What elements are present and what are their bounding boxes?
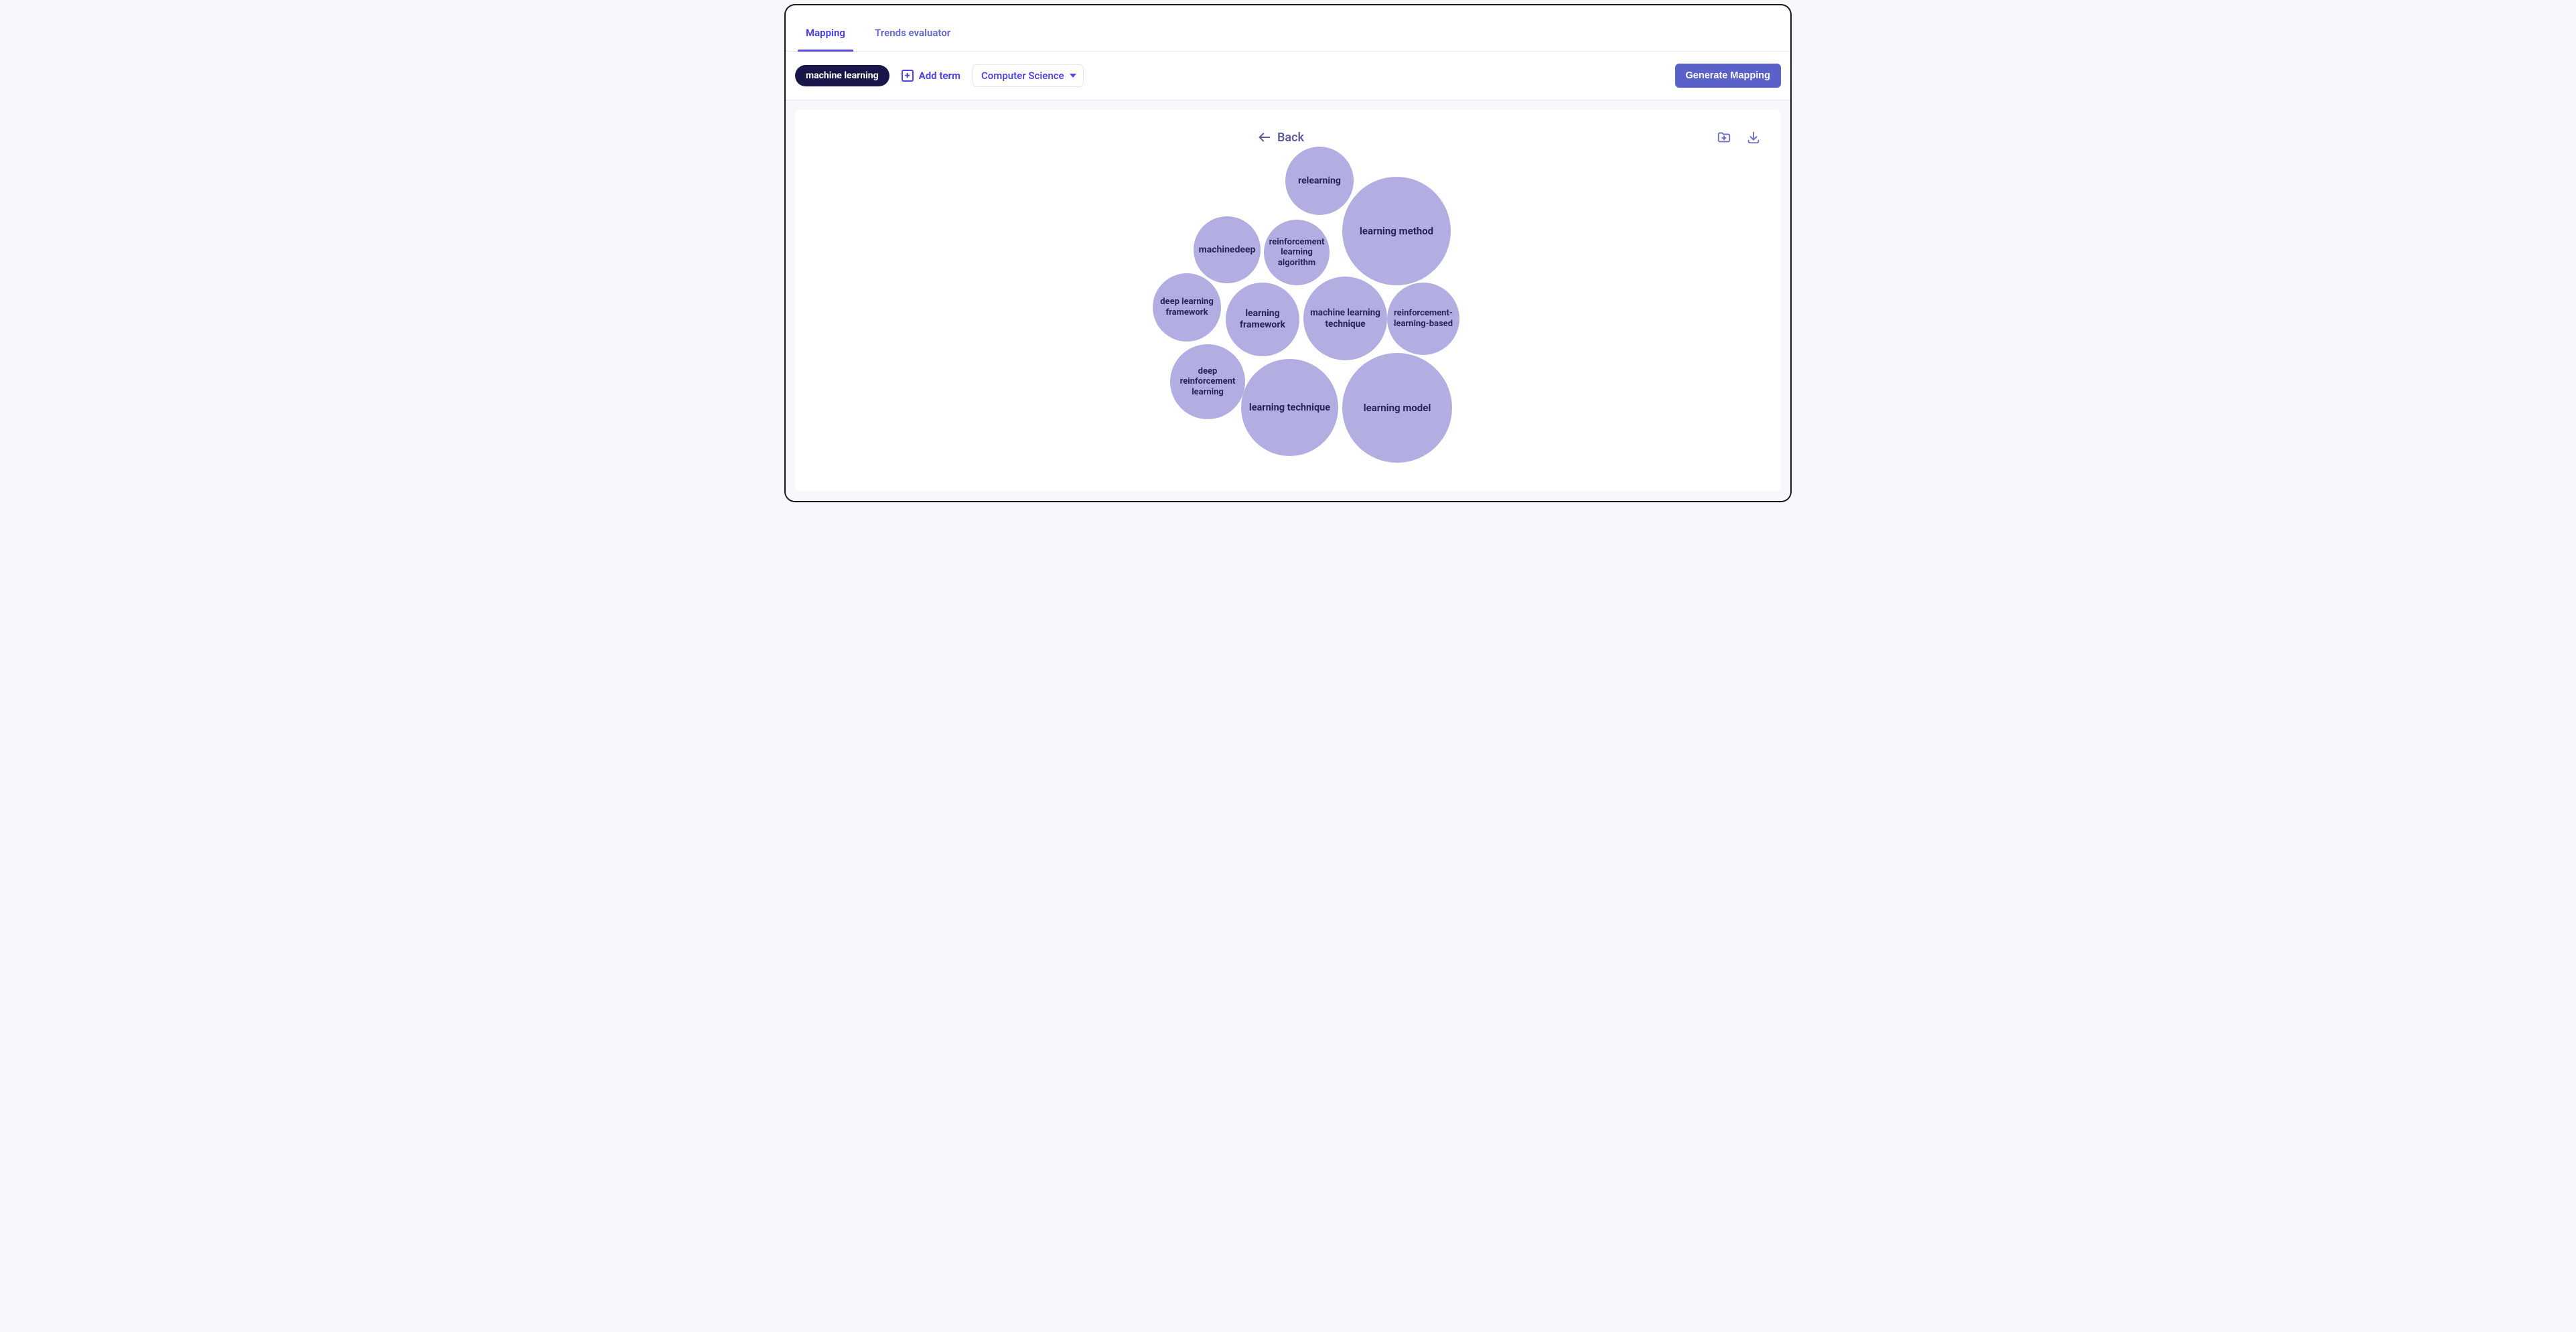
bubble-reinforcement-learning-based[interactable]: reinforcement-learning-based (1387, 283, 1459, 355)
tab-trends-evaluator[interactable]: Trends evaluator (871, 17, 954, 51)
toolbar-left: machine learning + Add term Computer Sci… (795, 64, 1084, 87)
bubble-learning-technique[interactable]: learning technique (1241, 359, 1338, 456)
bubble-label: machinedeep (1199, 244, 1256, 256)
bubble-learning-model[interactable]: learning model (1342, 353, 1452, 463)
tabs: Mapping Trends evaluator (786, 17, 1790, 52)
tab-label: Mapping (806, 27, 845, 39)
bubble-label: deep learning framework (1158, 297, 1216, 317)
save-to-folder-icon[interactable] (1717, 130, 1731, 145)
term-chip-label: machine learning (806, 70, 879, 81)
plus-icon: + (902, 70, 914, 82)
tab-label: Trends evaluator (875, 27, 950, 39)
bubble-label: learning method (1360, 225, 1433, 237)
bubble-label: learning framework (1231, 308, 1294, 331)
arrow-left-icon (1257, 130, 1272, 145)
add-term-button[interactable]: + Add term (902, 70, 960, 82)
bubble-learning-framework[interactable]: learning framework (1226, 283, 1299, 356)
category-selected-label: Computer Science (981, 70, 1064, 82)
bubble-label: learning model (1364, 402, 1431, 414)
bubble-relearning[interactable]: relearning (1285, 147, 1354, 215)
bubble-machine-learning-technique[interactable]: machine learning technique (1303, 277, 1387, 360)
download-icon[interactable] (1746, 130, 1761, 145)
back-label: Back (1277, 131, 1304, 145)
bubble-label: learning technique (1249, 402, 1330, 413)
canvas: Back relearning learning method reinforc… (795, 110, 1781, 492)
bubble-deep-reinforcement-learning[interactable]: deep reinforcement learning (1170, 344, 1245, 419)
bubble-reinforcement-learning-algorithm[interactable]: reinforcement learning algorithm (1264, 220, 1330, 285)
term-chip[interactable]: machine learning (795, 65, 889, 86)
tab-mapping[interactable]: Mapping (802, 17, 849, 51)
canvas-actions (1717, 130, 1761, 145)
app-window: Mapping Trends evaluator machine learnin… (786, 5, 1790, 501)
back-button[interactable]: Back (1257, 130, 1304, 145)
toolbar: machine learning + Add term Computer Sci… (786, 52, 1790, 100)
bubble-machinedeep[interactable]: machinedeep (1194, 216, 1261, 283)
generate-mapping-label: Generate Mapping (1686, 70, 1771, 81)
canvas-wrap: Back relearning learning method reinforc… (786, 100, 1790, 501)
add-term-label: Add term (919, 70, 960, 82)
bubble-deep-learning-framework[interactable]: deep learning framework (1153, 273, 1221, 342)
bubble-learning-method[interactable]: learning method (1342, 177, 1451, 285)
bubble-label: reinforcement-learning-based (1392, 308, 1454, 329)
bubble-label: deep reinforcement learning (1175, 366, 1240, 398)
bubble-label: reinforcement learning algorithm (1269, 237, 1325, 269)
bubble-label: relearning (1298, 175, 1341, 187)
bubble-label: machine learning technique (1309, 307, 1382, 329)
category-select[interactable]: Computer Science (973, 64, 1084, 87)
generate-mapping-button[interactable]: Generate Mapping (1675, 64, 1782, 88)
